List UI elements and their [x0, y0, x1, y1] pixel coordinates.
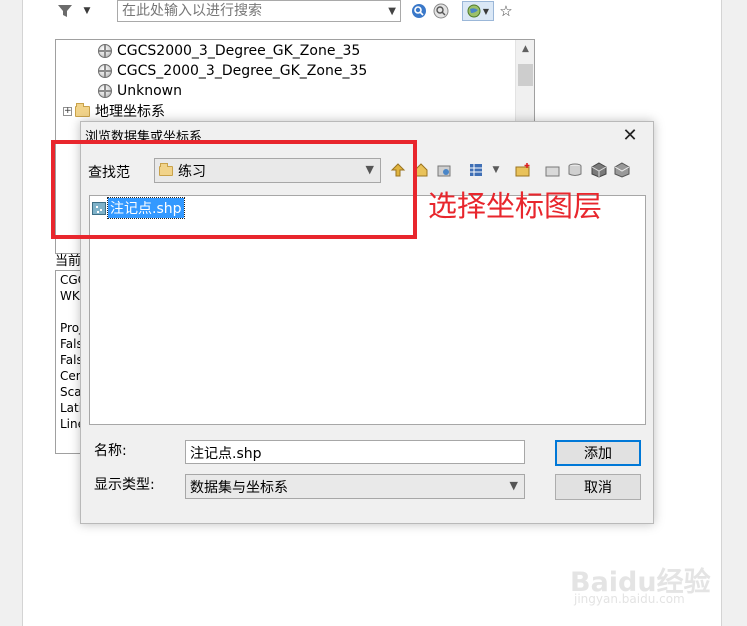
- name-label: 名称:: [94, 443, 127, 459]
- expand-icon[interactable]: +: [63, 106, 72, 116]
- new-folder-icon[interactable]: [513, 160, 533, 180]
- connect-folder-icon[interactable]: [434, 160, 454, 180]
- globe-icon[interactable]: ▼: [462, 1, 494, 21]
- cancel-button[interactable]: 取消: [555, 474, 641, 500]
- tree-item[interactable]: Unknown: [98, 81, 182, 101]
- tree-item[interactable]: CGCS_2000_3_Degree_GK_Zone_35: [98, 61, 367, 81]
- annotation-highlight-box: [51, 140, 417, 239]
- annotation-text: 选择坐标图层: [428, 189, 603, 223]
- tree-item-label: CGCS2000_3_Degree_GK_Zone_35: [117, 43, 361, 59]
- cube-icon[interactable]: [589, 160, 609, 180]
- detail-line: WK: [60, 289, 80, 303]
- search-placeholder: 在此处输入以进行搜索: [122, 3, 262, 19]
- view-list-icon[interactable]: [466, 160, 486, 180]
- add-button[interactable]: 添加: [555, 440, 641, 466]
- chevron-down-icon[interactable]: ▼: [510, 479, 518, 492]
- clear-search-icon[interactable]: [431, 1, 451, 21]
- search-input[interactable]: 在此处输入以进行搜索 ▼: [117, 0, 401, 22]
- current-label: 当前: [55, 254, 82, 269]
- globe-dropdown-icon[interactable]: ▼: [483, 7, 489, 16]
- watermark-logo: Baidu经验 jingyan.baidu.com: [566, 558, 736, 610]
- layer-icon[interactable]: [612, 160, 632, 180]
- tree-item-label: 地理坐标系: [95, 104, 165, 120]
- detail-line: Lati: [60, 401, 83, 415]
- globe-icon: [98, 84, 112, 98]
- globe-icon: [98, 44, 112, 58]
- view-dropdown-icon[interactable]: ▼: [486, 160, 506, 180]
- type-select[interactable]: 数据集与坐标系 ▼: [185, 474, 525, 499]
- globe-icon: [98, 64, 112, 78]
- detail-line: Sca: [60, 385, 82, 399]
- tree-item-geographic[interactable]: + 地理坐标系: [63, 101, 165, 121]
- filter-icon[interactable]: [55, 1, 75, 21]
- top-toolbar: ▼ 在此处输入以进行搜索 ▼ ▼ ☆: [55, 0, 513, 24]
- database-icon[interactable]: [565, 160, 585, 180]
- close-button[interactable]: ✕: [619, 125, 641, 147]
- favorite-icon[interactable]: ☆: [496, 1, 516, 21]
- scroll-thumb[interactable]: [518, 64, 533, 86]
- folder-icon: [75, 102, 90, 117]
- search-dropdown-icon[interactable]: ▼: [388, 3, 396, 21]
- folder-icon[interactable]: [543, 160, 563, 180]
- tree-item-label: Unknown: [117, 83, 182, 99]
- type-label: 显示类型:: [94, 477, 155, 493]
- name-field[interactable]: 注记点.shp: [185, 440, 525, 464]
- watermark-url: jingyan.baidu.com: [574, 592, 685, 606]
- tree-item[interactable]: CGCS2000_3_Degree_GK_Zone_35: [98, 41, 360, 61]
- tree-item-label: CGCS_2000_3_Degree_GK_Zone_35: [117, 63, 368, 79]
- search-icon[interactable]: [409, 1, 429, 21]
- type-value: 数据集与坐标系: [190, 480, 288, 496]
- scroll-up-icon[interactable]: ▲: [516, 41, 534, 58]
- filter-dropdown-icon[interactable]: ▼: [77, 1, 97, 21]
